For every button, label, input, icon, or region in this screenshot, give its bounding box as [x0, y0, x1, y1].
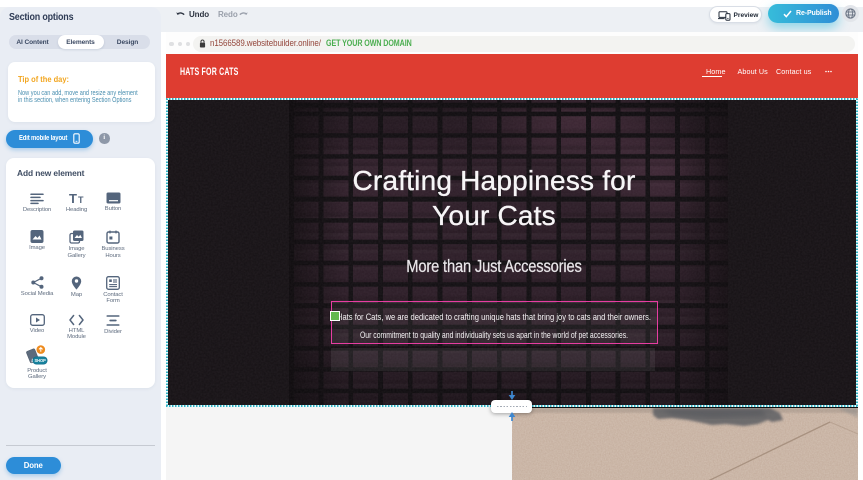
- svg-text:T: T: [78, 195, 84, 205]
- svg-text:SHOP: SHOP: [35, 358, 47, 363]
- svg-text:T: T: [69, 192, 77, 205]
